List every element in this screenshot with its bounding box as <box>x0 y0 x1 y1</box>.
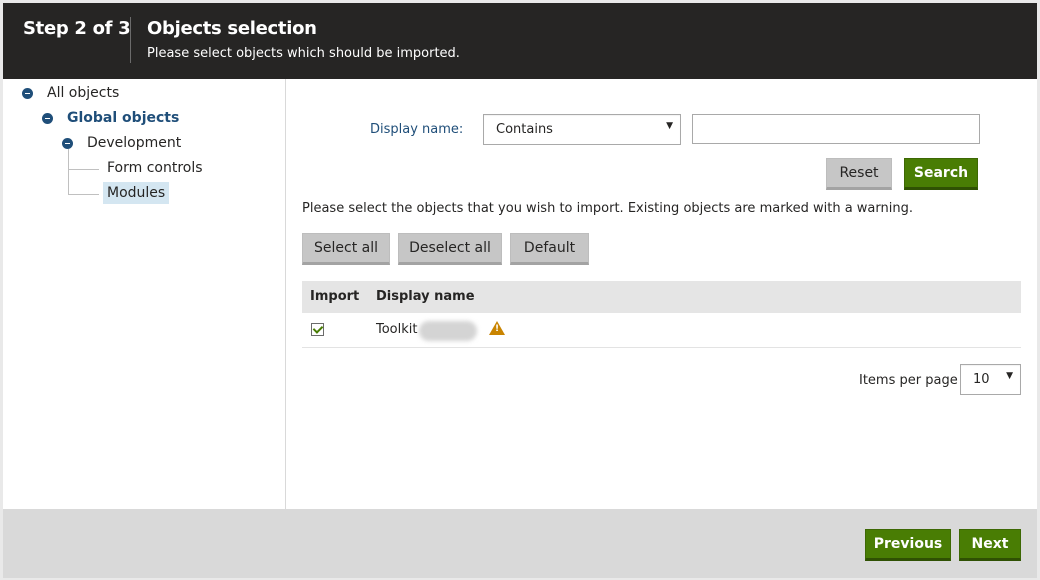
tree-node-development[interactable]: Development <box>3 132 283 154</box>
tree-node-global-objects[interactable]: Global objects <box>3 107 283 129</box>
wizard-header: Step 2 of 3 Objects selection Please sel… <box>3 3 1037 79</box>
items-per-page-select[interactable]: 10 ▼ <box>960 364 1021 395</box>
tree-label[interactable]: All objects <box>47 82 119 104</box>
page-title: Objects selection <box>147 18 317 39</box>
object-name: Toolkit <box>376 322 418 337</box>
tree-node-modules[interactable]: Modules <box>3 182 283 204</box>
step-indicator: Step 2 of 3 <box>23 18 131 39</box>
column-header-import: Import <box>310 289 360 304</box>
header-divider <box>130 17 131 63</box>
dropdown-arrow-icon: ▼ <box>1006 371 1013 381</box>
tree-label[interactable]: Global objects <box>67 107 179 129</box>
table-header: Import Display name <box>302 281 1021 313</box>
tree-label[interactable]: Form controls <box>107 157 203 179</box>
search-button[interactable]: Search <box>904 158 978 190</box>
default-button[interactable]: Default <box>510 233 589 265</box>
display-name-input[interactable] <box>692 114 980 144</box>
wizard-footer: Previous Next <box>3 509 1037 578</box>
operator-select[interactable]: Contains ▼ <box>483 114 681 145</box>
instructions-text: Please select the objects that you wish … <box>302 201 913 216</box>
import-checkbox[interactable] <box>311 323 324 336</box>
tree-label[interactable]: Development <box>87 132 181 154</box>
wizard-frame: Step 2 of 3 Objects selection Please sel… <box>3 3 1037 578</box>
collapse-icon[interactable] <box>22 88 33 99</box>
collapse-icon[interactable] <box>42 113 53 124</box>
object-tree: All objects Global objects Development F… <box>3 79 286 509</box>
display-name-label: Display name: <box>370 122 464 137</box>
redacted-text <box>419 321 477 341</box>
tree-node-form-controls[interactable]: Form controls <box>3 157 283 179</box>
reset-button[interactable]: Reset <box>826 158 892 190</box>
column-header-display-name: Display name <box>376 289 475 304</box>
warning-icon-mark: ! <box>495 324 500 334</box>
next-button[interactable]: Next <box>959 529 1021 561</box>
dropdown-arrow-icon: ▼ <box>666 121 673 131</box>
tree-label-selected[interactable]: Modules <box>103 182 170 204</box>
deselect-all-button[interactable]: Deselect all <box>398 233 502 265</box>
operator-select-value: Contains <box>496 122 553 137</box>
items-per-page-value: 10 <box>973 372 990 387</box>
page-subtitle: Please select objects which should be im… <box>147 46 460 61</box>
previous-button[interactable]: Previous <box>865 529 951 561</box>
collapse-icon[interactable] <box>62 138 73 149</box>
tree-node-all-objects[interactable]: All objects <box>3 82 283 104</box>
items-per-page-label: Items per page <box>859 373 958 388</box>
main-content: Display name: Contains ▼ Reset Search Pl… <box>286 79 1037 509</box>
table-row: Toolkit ! <box>302 313 1021 348</box>
select-all-button[interactable]: Select all <box>302 233 390 265</box>
